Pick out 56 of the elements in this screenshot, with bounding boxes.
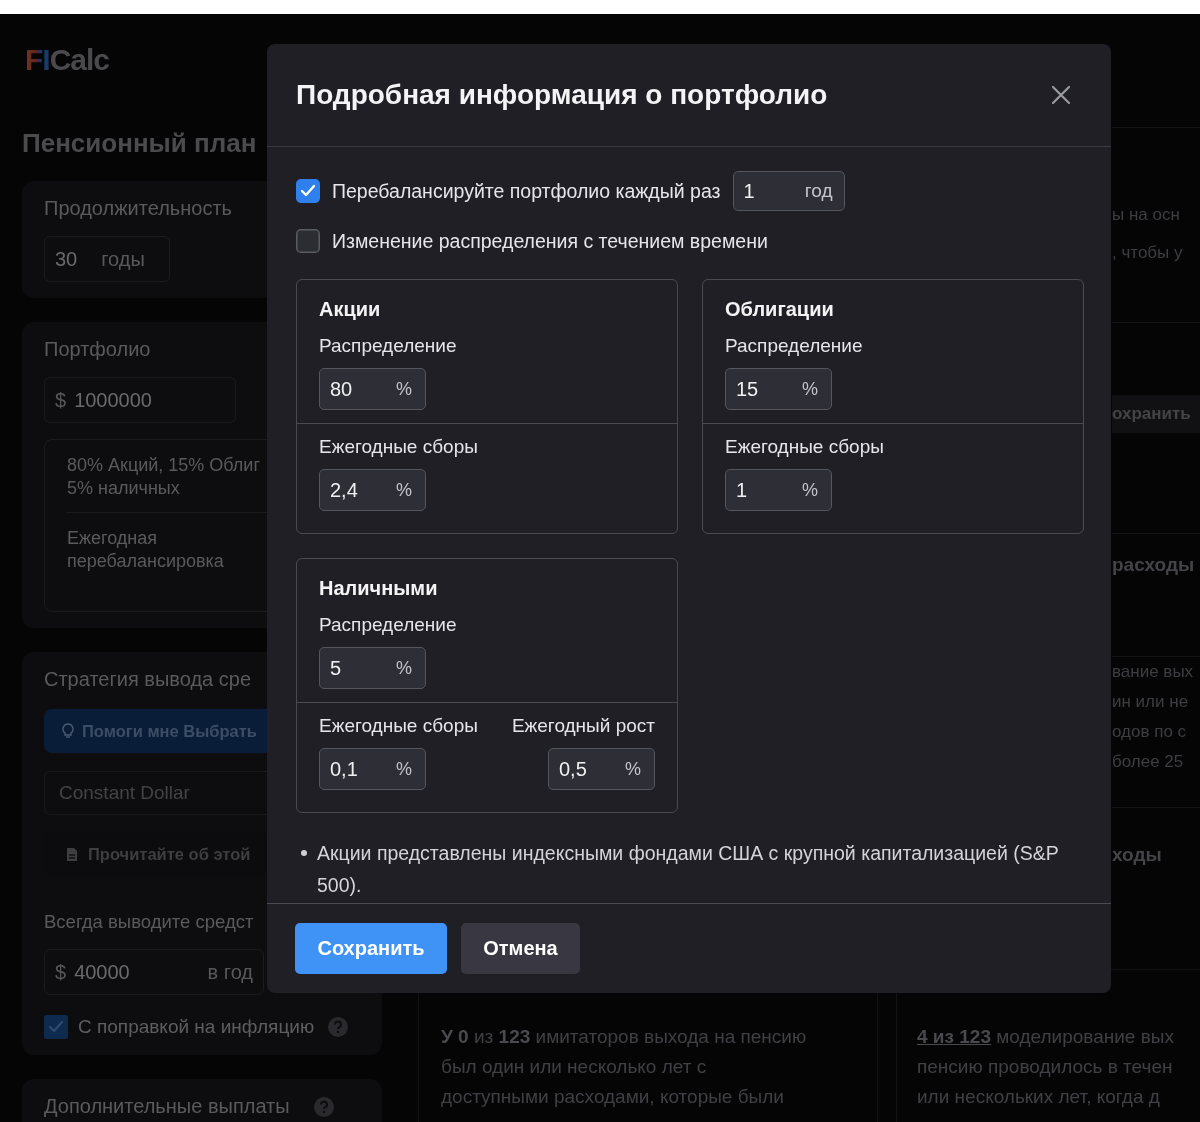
cancel-button[interactable]: Отмена (461, 923, 580, 974)
amount-field[interactable]: $ 1000000 (44, 377, 236, 423)
card-title: Продолжительность (44, 197, 232, 220)
unit-label: % (396, 479, 412, 501)
page-title: Пенсионный план (22, 128, 258, 159)
field-label: Распределение (319, 614, 457, 636)
help-icon (313, 1096, 334, 1117)
checkbox-label: С поправкой на инфляцию (78, 1016, 315, 1038)
asset-title: Облигации (725, 298, 835, 321)
checkbox[interactable] (296, 179, 320, 203)
checkbox[interactable] (296, 229, 320, 253)
card-title: Портфолио (44, 338, 151, 361)
section-heading: ходы (1112, 844, 1163, 866)
unit-label: % (396, 758, 412, 780)
unit-label: % (396, 657, 412, 679)
withdrawal-field[interactable]: $ 40000 в год (44, 949, 264, 995)
currency-label: $ (55, 960, 67, 984)
field-label: Распределение (725, 335, 863, 357)
card-title: Стратегия вывода сре (44, 668, 251, 691)
allocation-summary: 80% Акций, 15% Облиг 5% наличных (67, 454, 260, 500)
field-value: 30 (55, 247, 78, 271)
unit-label: в год (207, 960, 253, 984)
field-label: Распределение (319, 335, 457, 357)
logo-text: Calc (49, 43, 110, 77)
field-value: 1000000 (74, 388, 152, 412)
duration-field[interactable]: 30 годы (44, 236, 170, 282)
unit-label: % (625, 758, 641, 780)
help-icon (328, 1017, 349, 1037)
lightbulb-icon (62, 723, 74, 739)
result-text: 4 из 123 моделирование вых пенсию проводилось в течен или нескольких лет, когда д (917, 1025, 1175, 1109)
description-text: ы на осн , чтобы у (1112, 204, 1184, 264)
withdrawal-label: Всегда выводите средст (44, 911, 254, 933)
save-button[interactable]: Сохранить (295, 923, 447, 974)
currency-label: $ (55, 388, 67, 412)
asset-title: Акции (319, 298, 382, 321)
result-text: У 0 из 123 имитаторов выхода на пенсию был один или несколько лет с доступными расходами, которые были (441, 1025, 808, 1109)
close-button[interactable] (1051, 85, 1071, 105)
unit-label: % (802, 479, 818, 501)
card-title: Дополнительные выплаты (44, 1095, 290, 1118)
bullet-icon (301, 850, 307, 856)
checkbox[interactable] (44, 1015, 68, 1039)
unit-label: % (396, 378, 412, 400)
checkbox-label: Изменение распределения с течением времени (332, 229, 768, 253)
field-label: Ежегодные сборы (725, 436, 884, 458)
field-value: 40000 (74, 960, 131, 984)
unit-label: % (802, 378, 818, 400)
unit-label: годы (101, 247, 145, 271)
section-heading: расходы (1112, 554, 1196, 576)
dialog-title: Подробная информация о портфолио (296, 79, 828, 111)
description-text: вание вых ин или не одов по с более 25 (1112, 661, 1195, 773)
checkbox-label: Перебалансируйте портфолио каждый раз (332, 179, 721, 203)
simulations-link[interactable]: 4 из 123 (917, 1026, 991, 1047)
close-icon (1051, 85, 1071, 105)
field-label: Ежегодный рост (511, 715, 655, 737)
document-icon (66, 846, 78, 862)
unit-label: год (804, 180, 833, 202)
